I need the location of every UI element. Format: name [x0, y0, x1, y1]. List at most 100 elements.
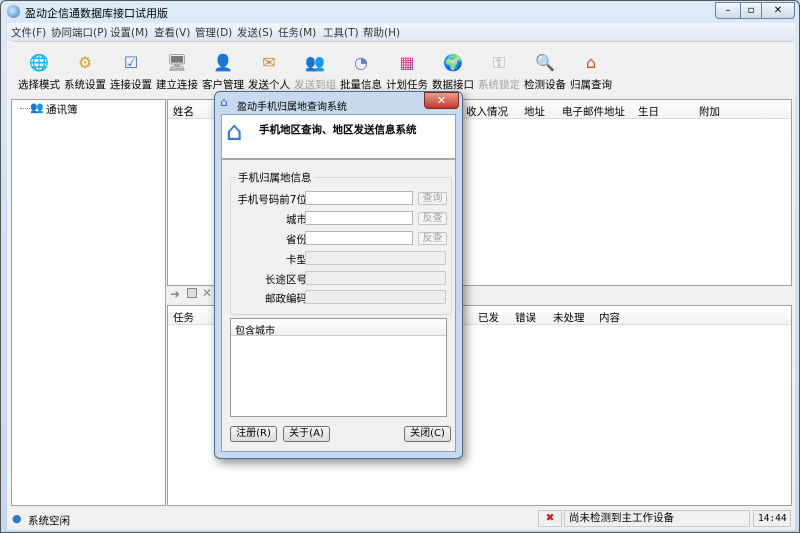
menu-manage[interactable]: 管理(D) — [195, 25, 232, 40]
key-icon: ⚿ — [492, 53, 506, 72]
city-input[interactable] — [305, 211, 413, 225]
toolbar-label: 发送到组 — [294, 79, 336, 91]
info-group-title: 手机归属地信息 — [236, 170, 314, 185]
areacode-label: 长途区号 — [265, 274, 307, 286]
menu-help[interactable]: 帮助(H) — [363, 25, 400, 40]
magnifier-icon: 🔍 — [535, 53, 555, 72]
province-input[interactable] — [305, 231, 413, 245]
network-computer-icon: 🖥 — [166, 53, 188, 72]
zip-label: 邮政编码 — [265, 293, 307, 305]
register-button[interactable]: 注册(R) — [230, 426, 277, 442]
toolbar-label: 数据接口 — [432, 79, 474, 91]
device-disconnected-icon: ✖ — [538, 510, 562, 527]
globe-icon: 🌍 — [443, 53, 463, 72]
menu-bar: 文件(F) 协同端口(P) 设置(M) 查看(V) 管理(D) 发送(S) 任务… — [7, 23, 795, 40]
stop-icon[interactable] — [187, 288, 197, 298]
city-label: 城市 — [286, 214, 307, 226]
toolbar-label: 发送个人 — [248, 79, 290, 91]
dialog-title: 盈动手机归属地查询系统 — [237, 102, 347, 113]
province-label: 省份 — [286, 234, 307, 246]
toolbar: 🌐 选择模式 ⚙ 系统设置 ☑ 连接设置 🖥 建立连接 👤 客户管理 ✉ 发送个人 👥 发送到组 ◔ 批量信息… — [13, 41, 793, 91]
toolbar-button-7[interactable]: ◔ 批量信息 — [335, 52, 387, 92]
toolbar-button-2[interactable]: ☑ 连接设置 — [105, 52, 157, 92]
toolbar-button-4[interactable]: 👤 客户管理 — [197, 52, 249, 92]
toolbar-button-10: ⚿ 系统锁定 — [473, 52, 525, 92]
query-button[interactable]: 查询 — [418, 192, 447, 205]
window-title: 盈动企信通数据库接口试用版 — [25, 7, 168, 20]
blocks-icon: ▦ — [399, 53, 415, 72]
delete-icon[interactable]: ✕ — [202, 286, 212, 300]
about-button[interactable]: 关于(A) — [283, 426, 330, 442]
toolbar-button-3[interactable]: 🖥 建立连接 — [151, 52, 203, 92]
maximize-button[interactable]: ▫ — [740, 2, 762, 19]
col-task[interactable]: 任务 — [173, 310, 194, 325]
toolbar-label: 建立连接 — [156, 79, 198, 91]
checklist-icon: ☑ — [123, 53, 139, 72]
contacts-icon: 👥 — [30, 101, 44, 114]
col-extra[interactable]: 附加 — [699, 104, 720, 119]
toolbar-button-6: 👥 发送到组 — [289, 52, 341, 92]
zip-field — [305, 290, 446, 304]
send-user-icon: ✉ — [262, 53, 276, 72]
toolbar-button-5[interactable]: ✉ 发送个人 — [243, 52, 295, 92]
col-pending[interactable]: 未处理 — [553, 310, 585, 325]
dialog-banner: ⌂ 手机地区查询、地区发送信息系统 — [222, 115, 455, 160]
toolbar-button-1[interactable]: ⚙ 系统设置 — [59, 52, 111, 92]
areacode-field — [305, 271, 446, 285]
prefix-input[interactable] — [305, 191, 413, 205]
toolbar-label: 检测设备 — [524, 79, 566, 91]
toolbar-label: 系统锁定 — [478, 79, 520, 91]
col-address[interactable]: 地址 — [524, 104, 545, 119]
menu-view[interactable]: 查看(V) — [154, 25, 190, 40]
menu-tools[interactable]: 工具(T) — [323, 25, 359, 40]
col-email[interactable]: 电子邮件地址 — [562, 104, 625, 119]
tree-item-address-book[interactable]: 通讯簿 — [46, 102, 78, 117]
col-content[interactable]: 内容 — [599, 310, 620, 325]
dialog-close-text-button[interactable]: 关闭(C) — [404, 426, 451, 442]
start-icon[interactable]: ➜ — [170, 287, 180, 301]
city-reverse-button[interactable]: 反查 — [418, 212, 447, 225]
group-icon: 👥 — [305, 53, 325, 72]
gears-icon: ⚙ — [77, 53, 93, 72]
col-name[interactable]: 姓名 — [173, 104, 194, 119]
toolbar-button-0[interactable]: 🌐 选择模式 — [13, 52, 65, 92]
province-reverse-button[interactable]: 反查 — [418, 232, 447, 245]
col-error[interactable]: 错误 — [515, 310, 536, 325]
user-icon: 👤 — [213, 53, 233, 72]
toolbar-label: 选择模式 — [18, 79, 60, 91]
minimize-button[interactable]: – — [715, 2, 741, 19]
dialog-close-button[interactable]: ✕ — [424, 92, 459, 109]
cities-header: 包含城市 — [231, 319, 446, 337]
tree-line — [20, 108, 30, 109]
toolbar-label: 批量信息 — [340, 79, 382, 91]
pie-chart-icon: ◔ — [354, 53, 368, 72]
menu-file[interactable]: 文件(F) — [11, 25, 46, 40]
banner-heading: 手机地区查询、地区发送信息系统 — [259, 124, 417, 136]
lookup-dialog: ⌂ 盈动手机归属地查询系统 ✕ ⌂ 手机地区查询、地区发送信息系统 手机归属地信… — [214, 91, 463, 459]
toolbar-label: 归属查询 — [570, 79, 612, 91]
menu-port[interactable]: 协同端口(P) — [51, 25, 108, 40]
card-label: 卡型 — [286, 254, 307, 266]
menu-settings[interactable]: 设置(M) — [110, 25, 148, 40]
toolbar-label: 连接设置 — [110, 79, 152, 91]
status-state: 系统空闲 — [28, 515, 70, 527]
menu-send[interactable]: 发送(S) — [237, 25, 273, 40]
toolbar-label: 计划任务 — [386, 79, 428, 91]
close-button[interactable]: ✕ — [761, 2, 795, 19]
cities-list[interactable]: 包含城市 — [230, 318, 447, 417]
house-icon: ⌂ — [585, 53, 597, 72]
col-birthday[interactable]: 生日 — [638, 104, 659, 119]
status-idle-icon: ● — [12, 512, 22, 525]
menu-task[interactable]: 任务(M) — [278, 25, 316, 40]
toolbar-button-11[interactable]: 🔍 检测设备 — [519, 52, 571, 92]
banner-house-icon: ⌂ — [226, 117, 243, 147]
toolbar-button-12[interactable]: ⌂ 归属查询 — [565, 52, 617, 92]
globe-computer-icon: 🌐 — [29, 53, 49, 72]
status-time: 14:44 — [753, 510, 791, 527]
toolbar-label: 客户管理 — [202, 79, 244, 91]
col-sent[interactable]: 已发 — [478, 310, 499, 325]
toolbar-button-8[interactable]: ▦ 计划任务 — [381, 52, 433, 92]
app-icon — [7, 5, 20, 18]
toolbar-button-9[interactable]: 🌍 数据接口 — [427, 52, 479, 92]
col-income[interactable]: 收入情况 — [466, 104, 508, 119]
